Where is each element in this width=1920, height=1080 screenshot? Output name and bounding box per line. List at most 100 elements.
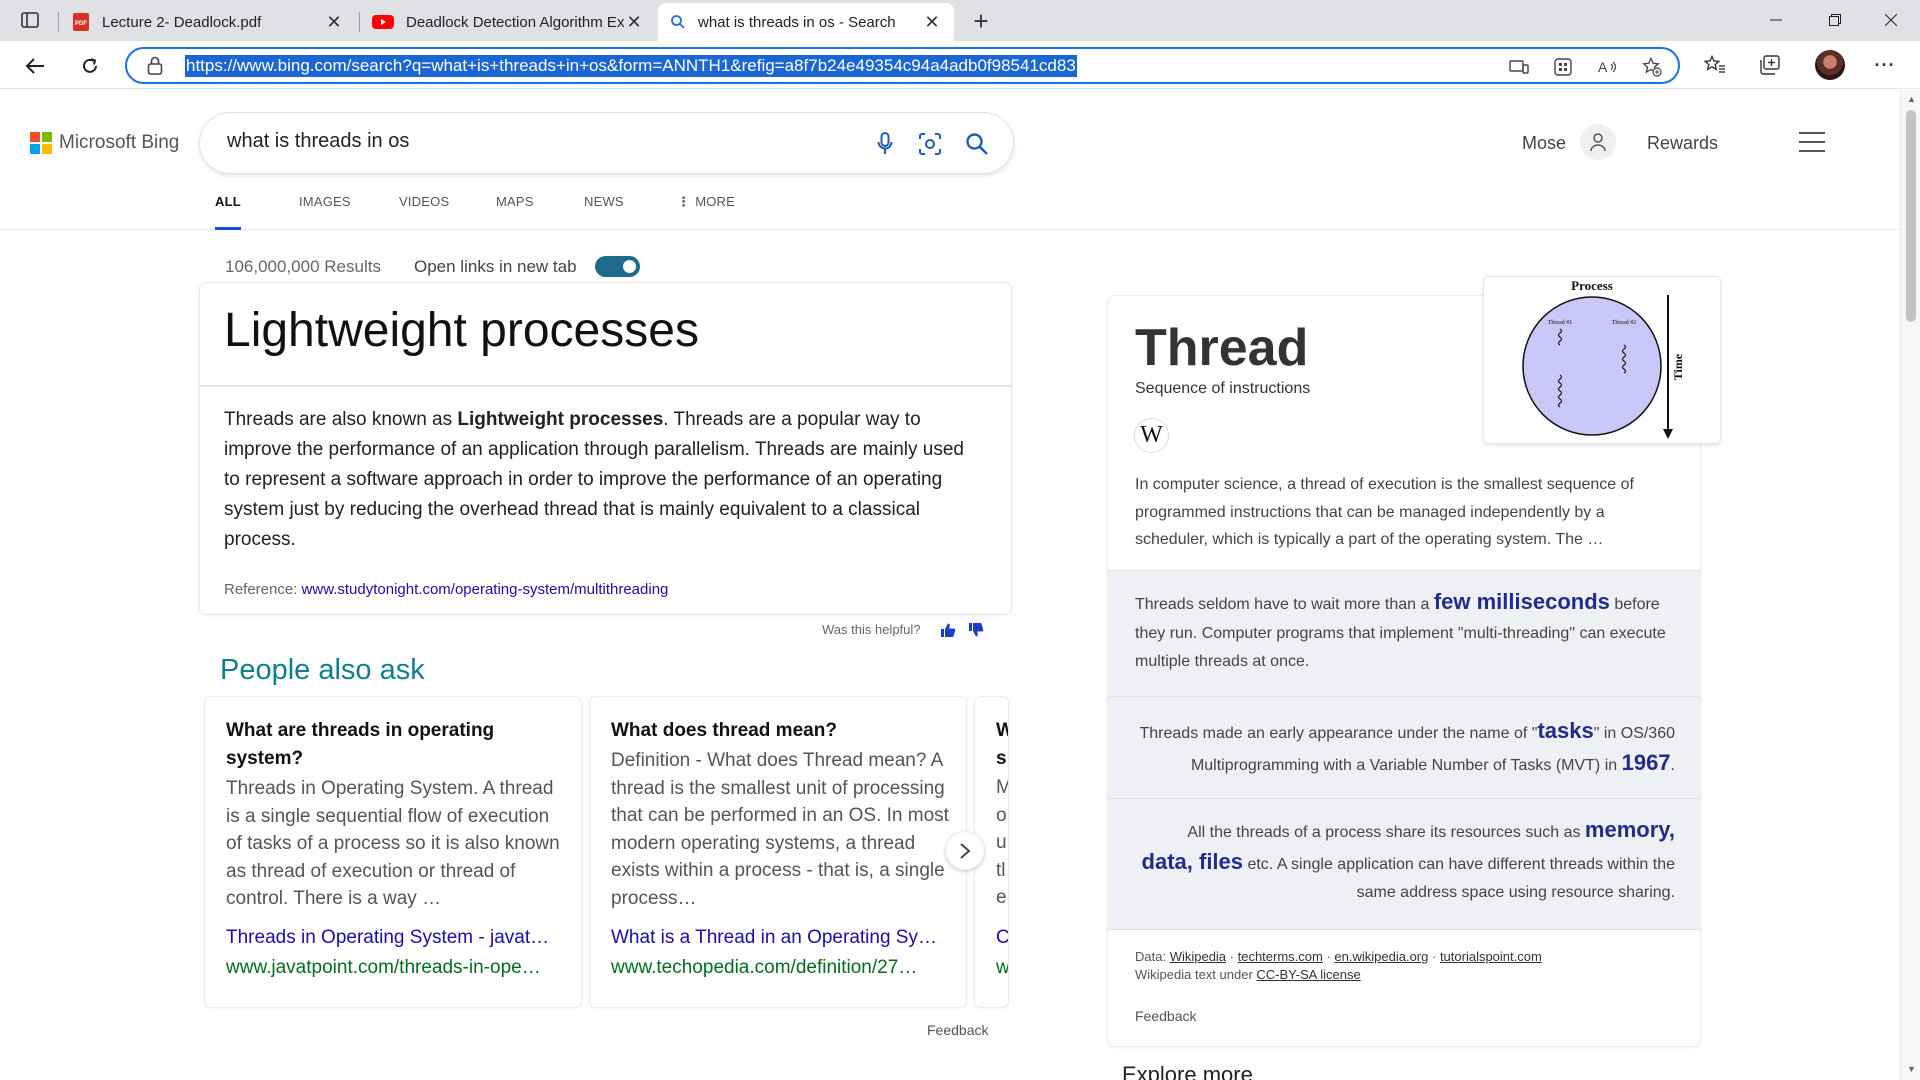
tab-bing-search[interactable]: what is threads in os - Search ✕ xyxy=(658,3,954,41)
paa-next-button[interactable] xyxy=(946,832,984,870)
source-link[interactable]: Wikipedia xyxy=(1170,949,1226,964)
tab-actions-icon xyxy=(21,12,39,28)
thumbs-down-icon[interactable] xyxy=(968,622,984,638)
scroll-thumb[interactable] xyxy=(1906,110,1916,322)
new-tab-button[interactable]: + xyxy=(966,6,996,36)
settings-more-button[interactable]: ··· xyxy=(1871,52,1899,78)
page-scrollbar[interactable]: ▲ ▼ xyxy=(1900,90,1920,1080)
svg-text:PDF: PDF xyxy=(75,21,87,27)
refresh-icon xyxy=(83,58,97,73)
tab-title: Lecture 2- Deadlock.pdf xyxy=(102,13,262,31)
tab-more-label: MORE xyxy=(695,194,736,209)
close-icon[interactable]: ✕ xyxy=(922,12,942,32)
address-bar[interactable]: https://www.bing.com/search?q=what+is+th… xyxy=(125,47,1680,84)
wikipedia-icon[interactable]: W xyxy=(1135,419,1168,452)
search-input[interactable]: what is threads in os xyxy=(227,130,409,153)
tab-actions-button[interactable] xyxy=(14,8,46,32)
add-favorite-icon[interactable] xyxy=(1640,56,1664,78)
knowledge-fact: Threads made an early appearance under t… xyxy=(1108,696,1700,798)
toggle-knob xyxy=(623,260,636,273)
answer-reference: Reference: www.studytonight.com/operatin… xyxy=(224,581,669,598)
divider xyxy=(200,385,1011,387)
source-link[interactable]: en.wikipedia.org xyxy=(1334,949,1428,964)
youtube-icon xyxy=(372,15,394,29)
source-link[interactable]: techterms.com xyxy=(1238,949,1323,964)
minimize-button[interactable] xyxy=(1751,0,1801,40)
collections-button[interactable] xyxy=(1756,52,1784,78)
scroll-down-icon[interactable]: ▼ xyxy=(1907,1064,1916,1074)
profile-avatar[interactable] xyxy=(1815,50,1845,80)
user-avatar[interactable] xyxy=(1580,124,1616,160)
knowledge-sources: Data: Wikipedia · techterms.com · en.wik… xyxy=(1135,949,1542,982)
paa-question: W s xyxy=(996,720,1008,769)
answer-highlight: Lightweight processes xyxy=(457,409,664,430)
tab-deadlock-video[interactable]: Deadlock Detection Algorithm Ex ✕ xyxy=(360,3,656,41)
open-links-toggle[interactable] xyxy=(595,256,640,277)
fact-text: Threads made an early appearance under t… xyxy=(1139,718,1676,775)
knowledge-description: In computer science, a thread of executi… xyxy=(1135,476,1634,548)
lock-icon[interactable] xyxy=(147,56,163,75)
tab-title: Deadlock Detection Algorithm Ex xyxy=(406,13,624,31)
close-icon[interactable]: ✕ xyxy=(324,12,344,32)
answer-card: Lightweight processes Threads are also k… xyxy=(200,283,1011,614)
close-window-button[interactable] xyxy=(1866,0,1916,40)
license-link[interactable]: CC-BY-SA license xyxy=(1256,967,1360,982)
fact-highlight: few milliseconds xyxy=(1433,589,1610,614)
search-submit-button[interactable] xyxy=(963,130,991,158)
microphone-button[interactable] xyxy=(871,130,899,158)
paa-url: w xyxy=(996,957,1008,979)
scroll-up-icon[interactable]: ▲ xyxy=(1907,94,1916,104)
tab-images[interactable]: IMAGES xyxy=(299,194,351,230)
hamburger-menu-icon[interactable] xyxy=(1799,132,1825,152)
paa-card[interactable]: What does thread mean? Definition - What… xyxy=(590,697,966,1007)
search-box[interactable]: what is threads in os xyxy=(200,113,1013,173)
tab-videos[interactable]: VIDEOS xyxy=(399,194,449,230)
fact-highlight: tasks xyxy=(1537,718,1594,743)
paa-feedback-link[interactable]: Feedback xyxy=(927,1022,988,1038)
app-available-icon[interactable] xyxy=(1507,56,1531,78)
favorites-icon xyxy=(1704,55,1725,73)
bing-logo[interactable]: Microsoft Bing xyxy=(30,132,179,154)
tab-all[interactable]: ALL xyxy=(215,194,241,230)
microphone-icon xyxy=(877,132,893,154)
paa-card[interactable]: What are threads in operating system? Th… xyxy=(205,697,581,1007)
more-dots-icon: ⋮ xyxy=(677,194,691,209)
tab-more[interactable]: ⋮ MORE xyxy=(677,194,735,230)
rewards-link[interactable]: Rewards xyxy=(1647,133,1718,154)
thumbs-up-icon[interactable] xyxy=(940,622,956,638)
time-arrow xyxy=(1663,429,1673,439)
close-icon[interactable]: ✕ xyxy=(624,12,644,32)
tab-maps[interactable]: MAPS xyxy=(496,194,534,230)
people-also-ask-title: People also ask xyxy=(220,654,425,686)
read-aloud-icon[interactable]: A xyxy=(1596,56,1620,78)
restore-icon xyxy=(1829,14,1841,26)
time-label: Time xyxy=(1671,353,1685,380)
visual-search-button[interactable] xyxy=(916,130,944,158)
refresh-button[interactable] xyxy=(73,49,107,83)
explore-more-heading: Explore more xyxy=(1122,1062,1253,1080)
knowledge-feedback-link[interactable]: Feedback xyxy=(1135,1008,1196,1024)
pdf-icon: PDF xyxy=(73,13,89,31)
paa-question: What does thread mean? xyxy=(611,720,837,741)
restore-button[interactable] xyxy=(1810,0,1860,40)
paa-link[interactable]: C xyxy=(996,927,1008,949)
brand-name: Microsoft Bing xyxy=(59,132,180,153)
paa-link[interactable]: Threads in Operating System - javat… xyxy=(226,927,561,949)
search-icon xyxy=(966,133,988,155)
user-name[interactable]: Mose xyxy=(1522,133,1566,154)
visual-search-icon xyxy=(919,133,941,155)
back-button[interactable] xyxy=(18,49,52,83)
url-text[interactable]: https://www.bing.com/search?q=what+is+th… xyxy=(185,55,1077,77)
paa-question: What are threads in operating system? xyxy=(226,720,495,769)
qr-grid-icon[interactable] xyxy=(1551,56,1575,78)
tab-lecture-pdf[interactable]: PDF Lecture 2- Deadlock.pdf ✕ xyxy=(60,3,356,41)
favorites-button[interactable] xyxy=(1701,52,1729,78)
paa-url: www.javatpoint.com/threads-in-ope… xyxy=(226,957,541,978)
source-link[interactable]: tutorialspoint.com xyxy=(1440,949,1542,964)
fact-text: Threads seldom have to wait more than a … xyxy=(1135,589,1666,670)
tab-news[interactable]: NEWS xyxy=(584,194,624,230)
reference-link[interactable]: www.studytonight.com/operating-system/mu… xyxy=(302,581,669,598)
thread-diagram-image[interactable]: Process Thread #1 Thread #2 Time xyxy=(1484,277,1720,443)
fact-text: All the threads of a process share its r… xyxy=(1141,817,1675,901)
paa-link[interactable]: What is a Thread in an Operating Sy… xyxy=(611,927,946,949)
